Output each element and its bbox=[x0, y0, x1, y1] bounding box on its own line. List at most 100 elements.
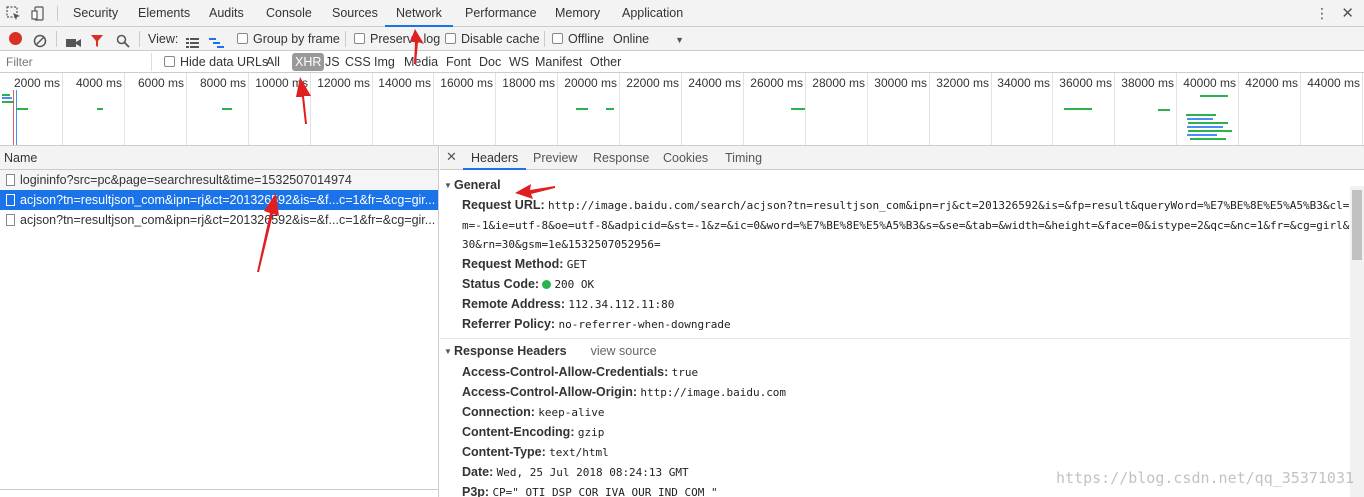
devtools-tabbar: Security Elements Audits Console Sources… bbox=[0, 0, 1364, 27]
tab-memory[interactable]: Memory bbox=[555, 0, 600, 27]
type-filter-font[interactable]: Font bbox=[446, 51, 471, 73]
hide-data-urls-checkbox[interactable]: Hide data URLs bbox=[164, 51, 268, 73]
checkbox-box[interactable] bbox=[164, 56, 175, 67]
overview-request-bar bbox=[576, 108, 588, 110]
type-filter-doc[interactable]: Doc bbox=[479, 51, 501, 73]
tab-security[interactable]: Security bbox=[73, 0, 118, 27]
overview-tick-label: 44000 ms bbox=[1307, 76, 1360, 90]
watermark-text: https://blog.csdn.net/qq_35371031 bbox=[1055, 469, 1354, 487]
document-icon bbox=[6, 174, 15, 186]
tab-console[interactable]: Console bbox=[266, 0, 312, 27]
request-row-selected[interactable]: acjson?tn=resultjson_com&ipn=rj&ct=20132… bbox=[0, 190, 438, 210]
view-label: View: bbox=[148, 32, 179, 46]
close-detail-icon[interactable]: ✕ bbox=[446, 149, 457, 165]
group-by-frame-label: Group by frame bbox=[253, 32, 340, 46]
request-row[interactable]: acjson?tn=resultjson_com&ipn=rj&ct=20132… bbox=[0, 210, 438, 230]
overview-gridline bbox=[929, 73, 930, 145]
tab-response[interactable]: Response bbox=[593, 146, 649, 170]
close-devtools-icon[interactable]: ✕ bbox=[1341, 4, 1354, 22]
tab-timing[interactable]: Timing bbox=[725, 146, 762, 170]
request-url-line-3: 30&rn=30&gsm=1e&1532507052956= bbox=[462, 238, 661, 251]
tab-elements[interactable]: Elements bbox=[138, 0, 190, 27]
request-name: acjson?tn=resultjson_com&ipn=rj&ct=20132… bbox=[20, 213, 436, 227]
filter-bar: Hide data URLs All XHR JS CSS Img Media … bbox=[0, 51, 1364, 73]
type-filter-all[interactable]: All bbox=[266, 51, 280, 73]
overview-gridline bbox=[495, 73, 496, 145]
inspect-element-icon[interactable] bbox=[6, 6, 21, 24]
general-section-title: General bbox=[454, 178, 501, 192]
type-filter-css[interactable]: CSS bbox=[345, 51, 371, 73]
overview-tick-label: 32000 ms bbox=[936, 76, 989, 90]
status-code-value: 200 OK bbox=[554, 278, 595, 291]
large-rows-icon[interactable] bbox=[186, 33, 199, 48]
more-options-icon[interactable]: ⋮ bbox=[1315, 5, 1329, 22]
type-filter-other[interactable]: Other bbox=[590, 51, 621, 73]
response-header-row: Connection: keep-alive bbox=[462, 405, 605, 419]
disable-cache-checkbox[interactable]: Disable cache bbox=[445, 27, 540, 51]
tab-preview[interactable]: Preview bbox=[533, 146, 577, 170]
type-filter-media[interactable]: Media bbox=[404, 51, 438, 73]
status-code-row: Status Code: 200 OK bbox=[462, 277, 594, 291]
overview-gridline bbox=[1238, 73, 1239, 145]
overview-gridline bbox=[1300, 73, 1301, 145]
search-icon[interactable] bbox=[116, 32, 130, 48]
overview-request-bar bbox=[1200, 95, 1228, 97]
overview-gridline bbox=[681, 73, 682, 145]
filter-input[interactable] bbox=[2, 53, 152, 71]
type-filter-ws[interactable]: WS bbox=[509, 51, 529, 73]
checkbox-box[interactable] bbox=[552, 33, 563, 44]
tab-network[interactable]: Network bbox=[385, 0, 453, 27]
device-toolbar-icon[interactable] bbox=[31, 6, 46, 24]
throttling-select[interactable]: Online ▼ bbox=[613, 27, 684, 51]
overview-tick-label: 6000 ms bbox=[138, 76, 185, 90]
network-overview-timeline[interactable]: 2000 ms 4000 ms 6000 ms 8000 ms 10000 ms 1200… bbox=[0, 73, 1364, 146]
request-method-value: GET bbox=[566, 258, 587, 271]
checkbox-box[interactable] bbox=[445, 33, 456, 44]
type-filter-js[interactable]: JS bbox=[325, 51, 340, 73]
overview-request-bar bbox=[2, 101, 14, 103]
response-headers-section-header[interactable]: ▼ Response Headers view source bbox=[444, 344, 657, 358]
group-by-frame-checkbox[interactable]: Group by frame bbox=[237, 27, 340, 51]
type-filter-manifest[interactable]: Manifest bbox=[535, 51, 582, 73]
response-header-key: P3p: bbox=[462, 485, 490, 497]
screenshot-camera-icon[interactable] bbox=[66, 33, 81, 47]
tab-sources[interactable]: Sources bbox=[332, 0, 378, 27]
chevron-down-icon: ▼ bbox=[675, 35, 685, 45]
general-section-header[interactable]: ▼ General bbox=[444, 178, 501, 192]
record-button[interactable] bbox=[9, 32, 22, 45]
status-ok-dot-icon bbox=[542, 280, 552, 289]
type-filter-img[interactable]: Img bbox=[374, 51, 395, 73]
checkbox-box[interactable] bbox=[237, 33, 248, 44]
request-url-line-1: http://image.baidu.com/search/acjson?tn=… bbox=[548, 199, 1363, 212]
response-header-value: CP=" OTI DSP COR IVA OUR IND COM " bbox=[492, 486, 718, 497]
response-header-value: Wed, 25 Jul 2018 08:24:13 GMT bbox=[496, 466, 689, 479]
expand-triangle-icon: ▼ bbox=[444, 181, 452, 190]
response-header-value: gzip bbox=[577, 426, 605, 439]
expand-triangle-icon: ▼ bbox=[444, 347, 452, 356]
clear-icon[interactable] bbox=[33, 32, 47, 48]
checkbox-box[interactable] bbox=[354, 33, 365, 44]
request-url-line-2: m=-1&ie=utf-8&oe=utf-8&adpicid=&st=-1&z=… bbox=[462, 219, 1357, 232]
overview-tick-label: 24000 ms bbox=[688, 76, 741, 90]
tab-performance[interactable]: Performance bbox=[465, 0, 537, 27]
view-source-link[interactable]: view source bbox=[591, 344, 657, 358]
filter-funnel-icon[interactable] bbox=[90, 32, 104, 47]
type-filter-xhr[interactable]: XHR bbox=[292, 53, 325, 71]
preserve-log-checkbox[interactable]: Preserve log bbox=[354, 27, 440, 51]
overview-gridline bbox=[1362, 73, 1363, 145]
request-detail-panel: ✕ Headers Preview Response Cookies Timin… bbox=[440, 146, 1364, 497]
detail-scrollbar-thumb[interactable] bbox=[1352, 190, 1362, 260]
tab-headers[interactable]: Headers bbox=[463, 146, 527, 170]
response-header-key: Access-Control-Allow-Origin: bbox=[462, 385, 638, 399]
tab-application[interactable]: Application bbox=[622, 0, 683, 27]
offline-checkbox[interactable]: Offline bbox=[552, 27, 604, 51]
request-row[interactable]: logininfo?src=pc&page=searchresult&time=… bbox=[0, 170, 438, 190]
toolbar-separator bbox=[345, 31, 346, 47]
name-column-header[interactable]: Name bbox=[0, 146, 438, 170]
tab-audits[interactable]: Audits bbox=[209, 0, 244, 27]
response-header-key: Access-Control-Allow-Credentials: bbox=[462, 365, 669, 379]
overview-tick-label: 16000 ms bbox=[440, 76, 493, 90]
tab-cookies[interactable]: Cookies bbox=[663, 146, 708, 170]
waterfall-overview-icon[interactable] bbox=[209, 33, 224, 48]
request-url-key: Request URL: bbox=[462, 198, 545, 212]
